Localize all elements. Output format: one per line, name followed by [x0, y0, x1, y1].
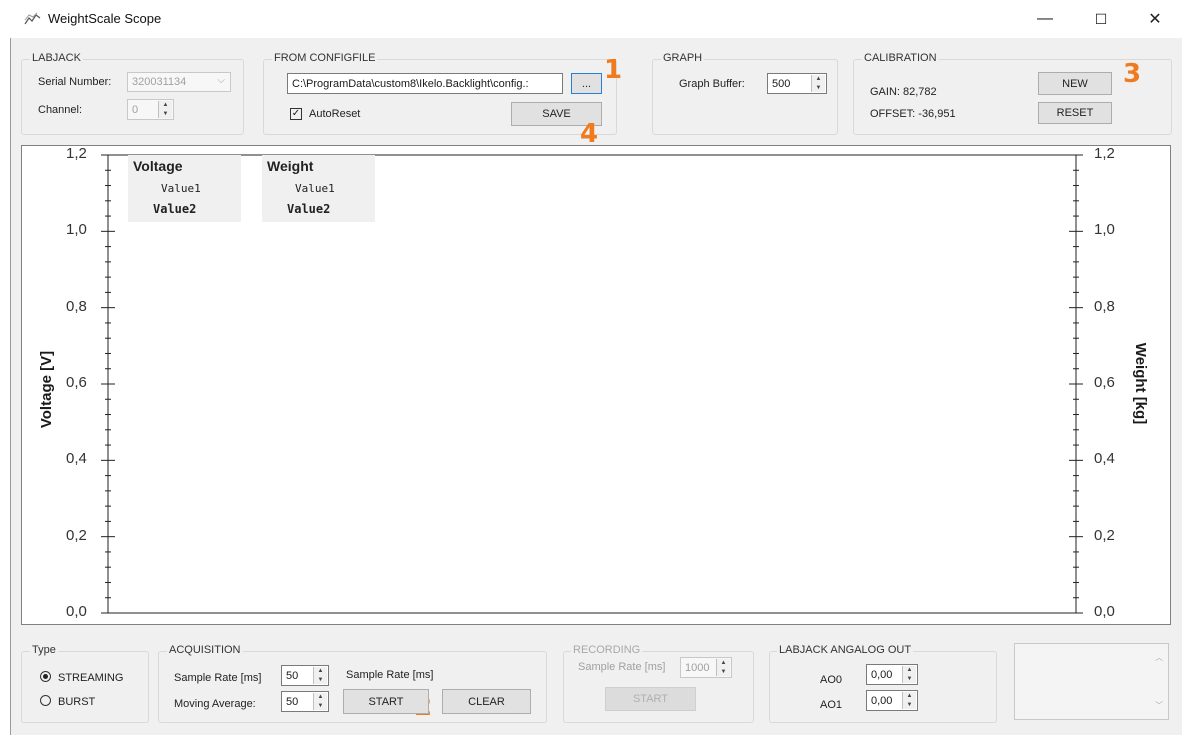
moving-average-stepper[interactable]: 50 ▲ ▼	[281, 691, 329, 712]
plot-axes	[101, 154, 1083, 614]
type-group-label: Type	[30, 644, 58, 656]
recording-start-label: START	[632, 693, 669, 705]
ao1-value: 0,00	[871, 694, 893, 707]
right-tick-label: 0,0	[1094, 603, 1115, 620]
burst-label: BURST	[58, 696, 96, 708]
recording-group-label: RECORDING	[571, 644, 643, 656]
spin-down-icon: ▼	[317, 676, 324, 683]
spin-up-icon: ▲	[317, 694, 324, 700]
analog-out-group-label: LABJACK ANGALOG OUT	[777, 644, 914, 656]
ao0-stepper[interactable]: 0,00 ▲ ▼	[866, 664, 918, 685]
spin-up-icon: ▲	[906, 667, 913, 673]
clear-button-label: CLEAR	[468, 695, 505, 708]
moving-average-value: 50	[286, 695, 299, 708]
ao1-label: AO1	[820, 699, 843, 711]
acquisition-start-button[interactable]: START	[343, 689, 429, 714]
streaming-radio[interactable]	[40, 671, 51, 682]
left-tick-label: 1,2	[66, 145, 87, 162]
scroll-down-icon[interactable]: ﹀	[1155, 700, 1163, 711]
legend-voltage-value1: Value1	[161, 182, 201, 195]
moving-average-label: Moving Average:	[174, 698, 256, 710]
legend-voltage-value2: Value2	[153, 202, 197, 216]
log-textbox[interactable]: ︿ ﹀	[1014, 643, 1169, 720]
right-tick-label: 0,8	[1094, 297, 1115, 315]
streaming-label: STREAMING	[58, 672, 124, 684]
ao0-label: AO0	[820, 674, 843, 686]
ao0-value: 0,00	[871, 668, 893, 681]
start-button-label: START	[368, 695, 404, 708]
right-tick-label: 1,0	[1094, 221, 1115, 239]
legend-voltage: Voltage Value1 Value2	[128, 155, 241, 222]
radio-dot	[43, 674, 48, 679]
sample-rate-spin-buttons[interactable]: ▲ ▼	[313, 667, 327, 684]
recording-spin-buttons[interactable]: ▲ ▼	[716, 659, 730, 676]
log-scrollbar[interactable]: ︿ ﹀	[1152, 644, 1168, 719]
right-tick-label: 0,2	[1094, 526, 1115, 544]
left-axis-label: Voltage [V]	[38, 350, 56, 428]
analog-out-group	[769, 651, 997, 723]
left-tick-label: 0,0	[66, 603, 87, 620]
left-tick-label: 0,8	[66, 297, 87, 315]
right-tick-label: 0,6	[1094, 374, 1115, 391]
recording-sample-rate-stepper[interactable]: 1000 ▲ ▼	[680, 657, 732, 678]
clear-button[interactable]: CLEAR	[442, 689, 531, 714]
left-tick-label: 1,0	[66, 221, 87, 239]
left-axis-label-wrap: Voltage [V]	[22, 339, 72, 439]
ao0-spin-buttons[interactable]: ▲ ▼	[902, 666, 916, 683]
spin-up-icon: ▲	[906, 693, 913, 699]
legend-weight-title: Weight	[267, 158, 314, 174]
sample-rate-label: Sample Rate [ms]	[174, 672, 262, 684]
right-axis-label-wrap: Weight [kg]	[1116, 333, 1166, 433]
right-tick-label: 1,2	[1094, 145, 1115, 162]
recording-sample-rate-label: Sample Rate [ms]	[578, 661, 666, 673]
legend-weight-value1: Value1	[295, 182, 335, 195]
sample-rate-stepper[interactable]: 50 ▲ ▼	[281, 665, 329, 686]
spin-up-icon: ▲	[720, 660, 727, 666]
recording-start-button[interactable]: START	[605, 687, 696, 711]
legend-weight: Weight Value1 Value2	[262, 155, 375, 222]
spin-down-icon: ▼	[906, 675, 913, 682]
left-tick-label: 0,2	[66, 526, 87, 544]
acquisition-group-label: ACQUISITION	[167, 644, 243, 656]
recording-sample-rate-value: 1000	[685, 661, 710, 674]
spin-down-icon: ▼	[317, 702, 324, 709]
spin-down-icon: ▼	[906, 701, 913, 708]
spin-up-icon: ▲	[317, 668, 324, 674]
left-tick-label: 0,4	[66, 450, 87, 468]
right-tick-label: 0,4	[1094, 450, 1115, 468]
legend-weight-value2: Value2	[287, 202, 331, 216]
sample-rate-label-2: Sample Rate [ms]	[346, 669, 434, 681]
ao1-spin-buttons[interactable]: ▲ ▼	[902, 692, 916, 709]
ao1-stepper[interactable]: 0,00 ▲ ▼	[866, 690, 918, 711]
scroll-up-icon[interactable]: ︿	[1155, 652, 1163, 663]
moving-average-spin-buttons[interactable]: ▲ ▼	[313, 693, 327, 710]
right-axis-label: Weight [kg]	[1132, 342, 1150, 424]
burst-radio[interactable]	[40, 695, 51, 706]
legend-voltage-title: Voltage	[133, 158, 183, 174]
sample-rate-value: 50	[286, 669, 299, 682]
type-group	[21, 651, 149, 723]
spin-down-icon: ▼	[720, 668, 727, 675]
